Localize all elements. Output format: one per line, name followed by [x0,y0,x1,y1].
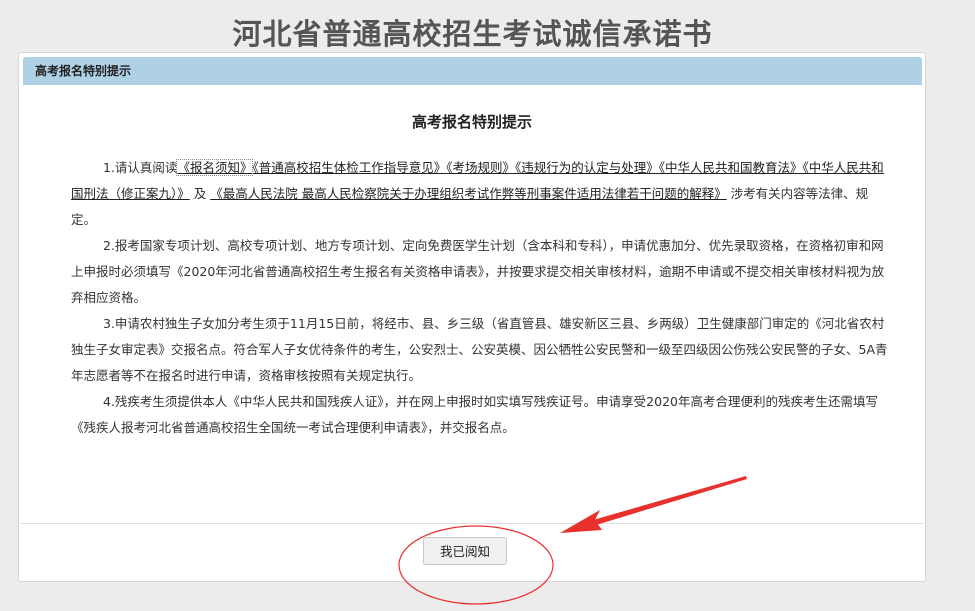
link-education-law[interactable]: 《中华人民共和国教育法》 [659,160,803,175]
notice-content: 1.请认真阅读《报名须知》《普通高校招生体检工作指导意见》《考场规则》《违规行为… [71,155,891,441]
footer-divider [21,523,923,524]
notice-modal: 高考报名特别提示 高考报名特别提示 1.请认真阅读《报名须知》《普通高校招生体检… [18,52,926,582]
page-title: 河北省普通高校招生考试诚信承诺书 [232,17,713,51]
modal-header-title: 高考报名特别提示 [35,64,132,78]
link-judicial-interpretation[interactable]: 《最高人民法院 最高人民检察院关于办理组织考试作弊等刑事案件适用法律若干问题的解… [210,186,726,201]
link-violation-handling[interactable]: 《违规行为的认定与处理》 [515,160,659,175]
notice-paragraph-2: 2.报考国家专项计划、高校专项计划、地方专项计划、定向免费医学生计划（含本科和专… [71,238,885,305]
modal-header: 高考报名特别提示 [23,57,922,85]
acknowledge-button[interactable]: 我已阅知 [423,537,507,565]
link-registration-notice[interactable]: 《报名须知》 [176,159,254,176]
paragraph-1-prefix: 1.请认真阅读 [103,160,178,175]
link-physical-exam-guidance[interactable]: 《普通高校招生体检工作指导意见》 [252,160,446,175]
paragraph-1-and: 及 [189,186,211,201]
notice-heading: 高考报名特别提示 [411,113,532,131]
notice-paragraph-3: 3.申请农村独生子女加分考生须于11月15日前，将经市、县、乡三级（省直管县、雄… [71,316,888,383]
link-exam-room-rules[interactable]: 《考场规则》 [446,160,515,175]
notice-paragraph-1: 1.请认真阅读《报名须知》《普通高校招生体检工作指导意见》《考场规则》《违规行为… [71,155,891,233]
notice-paragraph-4: 4.残疾考生须提供本人《中华人民共和国残疾人证》，并在网上申报时如实填写残疾证号… [71,394,878,435]
